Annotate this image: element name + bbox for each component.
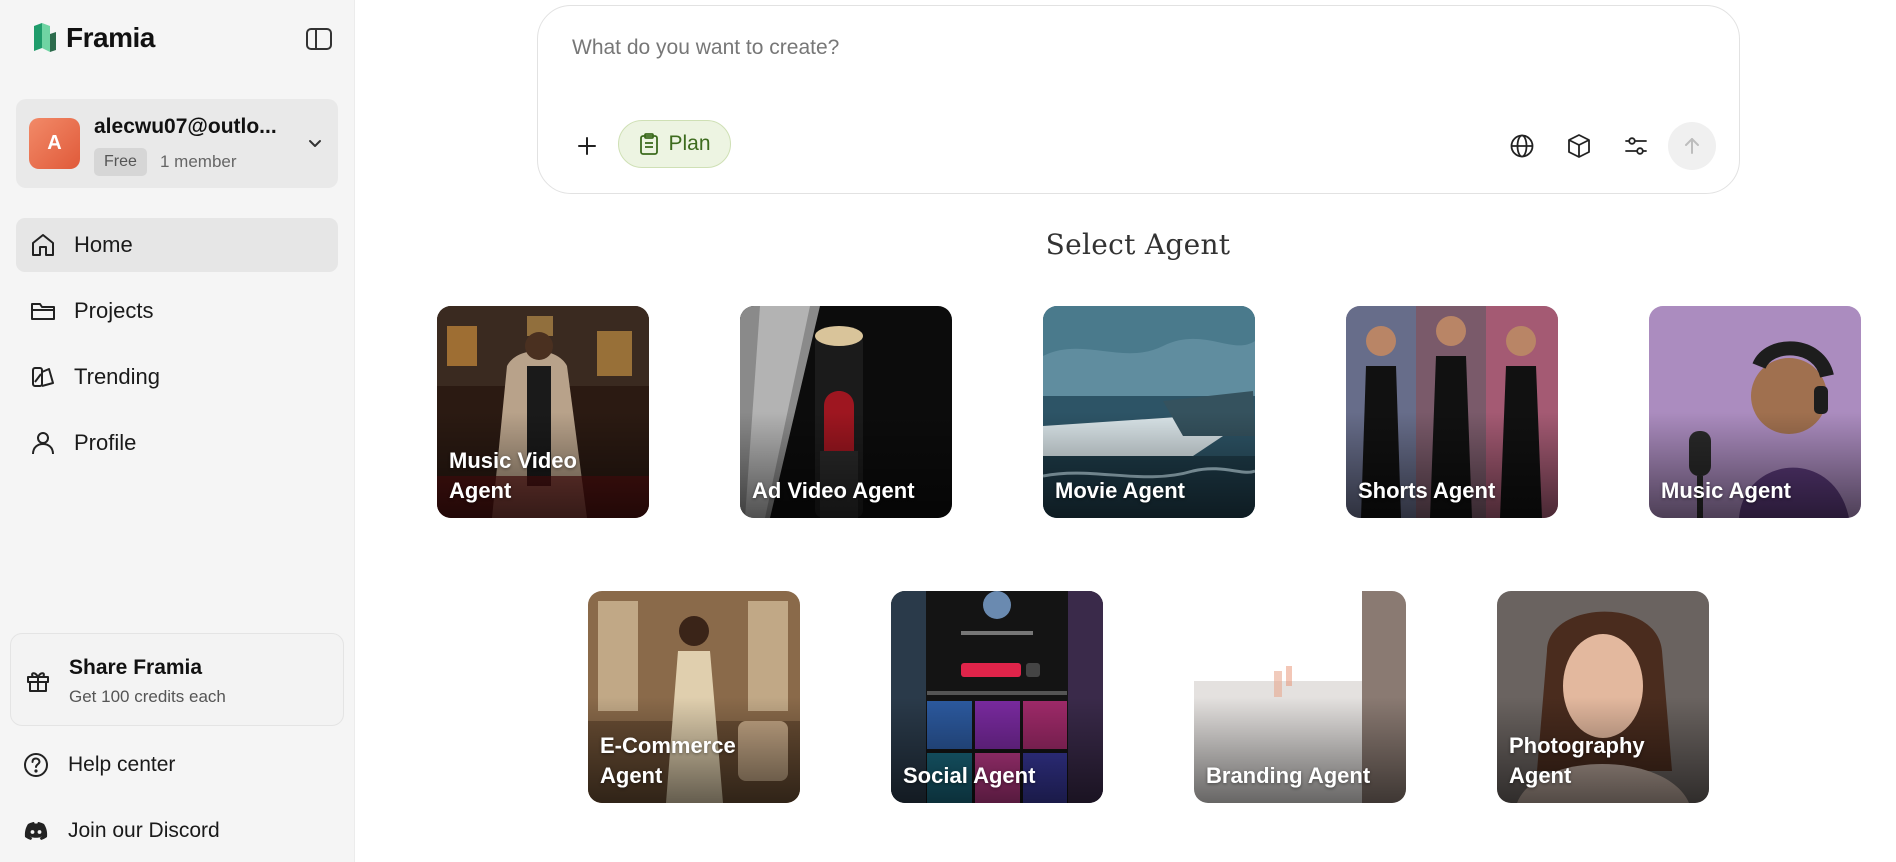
plan-button[interactable]: Plan bbox=[618, 120, 731, 168]
sidebar-item-profile[interactable]: Profile bbox=[16, 416, 338, 470]
sidebar-nav: Home Projects Trending Profile bbox=[16, 218, 338, 482]
brand-name: Framia bbox=[66, 22, 155, 53]
sidebar-item-label: Projects bbox=[74, 298, 154, 323]
help-center-label: Help center bbox=[68, 753, 176, 776]
help-icon bbox=[24, 753, 48, 777]
agent-card-music[interactable]: Music Agent bbox=[1649, 306, 1861, 518]
agent-card-shorts[interactable]: Shorts Agent bbox=[1346, 306, 1558, 518]
agent-card-label: Movie Agent bbox=[1055, 478, 1185, 503]
member-count: 1 member bbox=[160, 152, 237, 171]
share-title: Share Framia bbox=[69, 656, 203, 679]
gift-icon bbox=[27, 672, 49, 692]
home-icon bbox=[32, 234, 54, 256]
agent-card-label: Music Agent bbox=[1661, 478, 1791, 503]
avatar: A bbox=[29, 118, 80, 169]
agent-card-e-commerce[interactable]: E-Commerce Agent bbox=[588, 591, 800, 803]
plan-button-label: Plan bbox=[668, 132, 711, 155]
select-agent-heading-wrap: Select Agent bbox=[538, 228, 1738, 261]
plus-icon[interactable] bbox=[574, 133, 600, 159]
globe-icon[interactable] bbox=[1508, 132, 1536, 160]
discord-icon bbox=[24, 822, 48, 840]
prompt-box: Plan bbox=[537, 5, 1740, 194]
user-icon bbox=[32, 432, 54, 455]
prompt-input[interactable] bbox=[572, 36, 1672, 60]
sidebar-item-label: Profile bbox=[74, 430, 137, 455]
clipboard-icon bbox=[640, 133, 659, 155]
share-subtitle: Get 100 credits each bbox=[69, 687, 226, 706]
agent-card-ad-video[interactable]: Ad Video Agent bbox=[740, 306, 952, 518]
agent-card-label: Social Agent bbox=[903, 763, 1036, 788]
chevron-down-icon bbox=[309, 140, 321, 147]
plan-badge: Free bbox=[94, 148, 147, 176]
sidebar-item-label: Home bbox=[74, 232, 133, 257]
agent-card-social[interactable]: Social Agent bbox=[891, 591, 1103, 803]
brand-logo[interactable]: Framia bbox=[32, 22, 155, 54]
send-button[interactable] bbox=[1668, 122, 1716, 170]
discord-link[interactable]: Join our Discord bbox=[22, 811, 220, 851]
framia-logo-icon bbox=[34, 23, 56, 52]
sidebar-item-projects[interactable]: Projects bbox=[16, 284, 338, 338]
arrow-up-icon bbox=[1685, 138, 1699, 154]
settings-sliders-icon[interactable] bbox=[1622, 132, 1650, 160]
agent-card-branding[interactable]: Branding Agent bbox=[1194, 591, 1406, 803]
sidebar-item-label: Trending bbox=[74, 364, 161, 389]
agent-card-label: Photography Agent bbox=[1509, 733, 1645, 788]
sidebar-item-home[interactable]: Home bbox=[16, 218, 338, 272]
help-center-link[interactable]: Help center bbox=[22, 745, 175, 785]
agent-card-label: E-Commerce Agent bbox=[600, 733, 736, 788]
cube-icon[interactable] bbox=[1565, 132, 1593, 160]
agent-card-music-video[interactable]: Music Video Agent bbox=[437, 306, 649, 518]
agent-card-label: Branding Agent bbox=[1206, 763, 1371, 788]
agent-card-label: Shorts Agent bbox=[1358, 478, 1496, 503]
sidebar-item-trending[interactable]: Trending bbox=[16, 350, 338, 404]
select-agent-heading: Select Agent bbox=[1045, 228, 1231, 261]
agent-card-photography[interactable]: Photography Agent bbox=[1497, 591, 1709, 803]
sidebar: Framia A alecwu07@outlo... Free 1 member… bbox=[0, 0, 355, 862]
folder-icon bbox=[31, 303, 55, 320]
account-switcher[interactable]: A alecwu07@outlo... Free 1 member bbox=[16, 99, 338, 188]
app-window: Framia A alecwu07@outlo... Free 1 member… bbox=[0, 0, 1896, 862]
agent-card-label: Ad Video Agent bbox=[752, 478, 915, 503]
trending-icon bbox=[32, 367, 54, 387]
discord-label: Join our Discord bbox=[68, 819, 220, 842]
share-framia-card[interactable]: Share Framia Get 100 credits each bbox=[10, 633, 344, 726]
agent-card-label: Music Video Agent bbox=[449, 448, 577, 503]
agent-card-movie[interactable]: Movie Agent bbox=[1043, 306, 1255, 518]
sidebar-toggle-icon[interactable] bbox=[305, 26, 333, 52]
account-email: alecwu07@outlo... bbox=[94, 115, 277, 138]
